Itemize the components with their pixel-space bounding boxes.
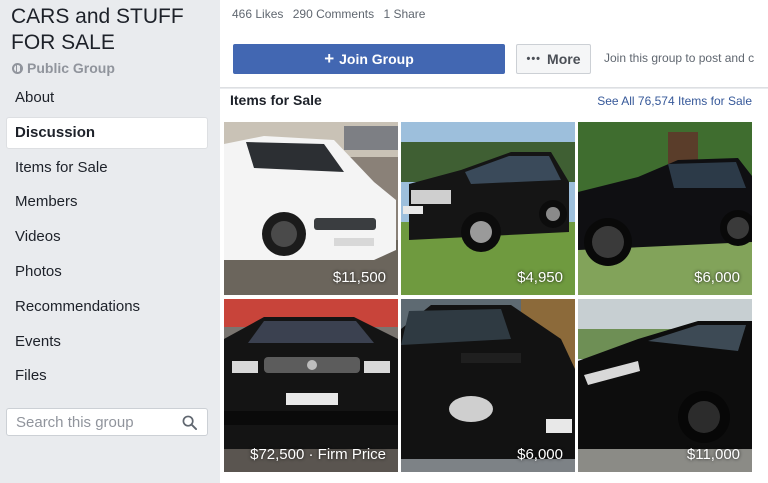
likes-count[interactable]: 466 Likes bbox=[232, 7, 283, 21]
more-label: More bbox=[547, 51, 581, 67]
sale-item-3[interactable]: $6,000 bbox=[578, 122, 752, 295]
sale-item-1[interactable]: $11,500 bbox=[224, 122, 398, 295]
nav-item-discussion[interactable]: Discussion bbox=[6, 116, 208, 149]
item-price: $72,500 · Firm Price bbox=[250, 446, 386, 463]
comments-count[interactable]: 290 Comments bbox=[293, 7, 374, 21]
item-price: $11,000 bbox=[686, 446, 740, 463]
items-for-sale-title: Items for Sale bbox=[230, 92, 322, 108]
nav-item-files[interactable]: Files bbox=[6, 360, 208, 392]
group-search-input[interactable] bbox=[7, 409, 167, 435]
more-button[interactable]: ••• More bbox=[516, 44, 591, 74]
see-all-link[interactable]: See All 76,574 Items for Sale bbox=[597, 94, 752, 108]
nav-item-items-for-sale[interactable]: Items for Sale bbox=[6, 152, 208, 184]
group-privacy-label: Public Group bbox=[27, 60, 115, 76]
group-header-card: 466 Likes 290 Comments 1 Share + Join Gr… bbox=[220, 0, 768, 88]
item-price: $4,950 bbox=[517, 269, 563, 286]
sale-item-4[interactable]: $72,500 · Firm Price bbox=[224, 299, 398, 472]
shares-count[interactable]: 1 Share bbox=[383, 7, 425, 21]
items-for-sale-card: Items for Sale See All 76,574 Items for … bbox=[220, 89, 768, 483]
group-title[interactable]: CARS and STUFF FOR SALE bbox=[11, 4, 211, 56]
join-group-button[interactable]: + Join Group bbox=[233, 44, 505, 74]
nav-item-recommendations[interactable]: Recommendations bbox=[6, 291, 208, 323]
join-hint: Join this group to post and c bbox=[604, 51, 755, 65]
group-sidebar: CARS and STUFF FOR SALE Public Group Abo… bbox=[0, 0, 218, 483]
more-dots-icon: ••• bbox=[526, 53, 542, 65]
group-search bbox=[6, 408, 208, 436]
sale-item-6[interactable]: $11,000 bbox=[578, 299, 752, 472]
nav-item-members[interactable]: Members bbox=[6, 186, 208, 218]
nav-item-photos[interactable]: Photos bbox=[6, 256, 208, 288]
item-price: $6,000 bbox=[694, 269, 740, 286]
globe-icon bbox=[12, 62, 23, 74]
group-nav: About Discussion Items for Sale Members … bbox=[6, 82, 208, 395]
join-group-label: Join Group bbox=[339, 51, 414, 67]
sale-item-5[interactable]: $6,000 bbox=[401, 299, 575, 472]
item-price: $11,500 bbox=[332, 269, 386, 286]
nav-item-videos[interactable]: Videos bbox=[6, 221, 208, 253]
sale-item-2[interactable]: $4,950 bbox=[401, 122, 575, 295]
plus-icon: + bbox=[324, 49, 335, 68]
nav-item-events[interactable]: Events bbox=[6, 326, 208, 358]
nav-item-about[interactable]: About bbox=[6, 82, 208, 114]
item-price: $6,000 bbox=[517, 446, 563, 463]
post-stats: 466 Likes 290 Comments 1 Share bbox=[232, 7, 431, 21]
group-privacy: Public Group bbox=[12, 60, 115, 76]
search-icon[interactable] bbox=[182, 415, 197, 430]
